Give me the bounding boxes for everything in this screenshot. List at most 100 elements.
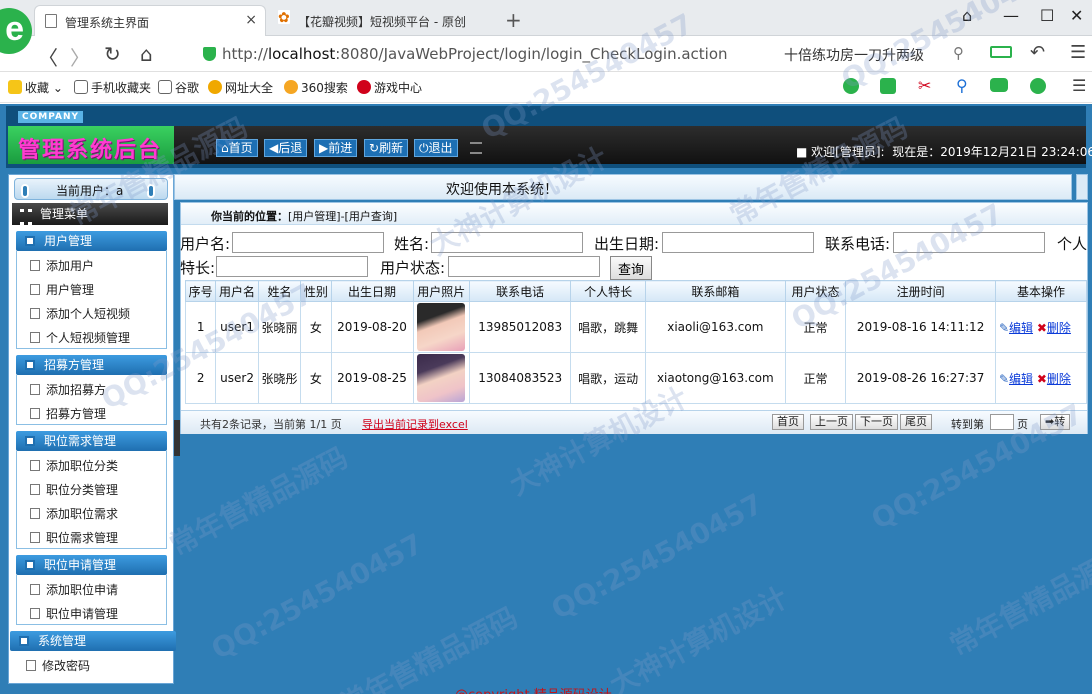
breadcrumb: 你当前的位置：[用户管理]-[用户查询] (181, 203, 1087, 225)
group-job-application[interactable]: 职位申请管理 (16, 555, 167, 575)
phone-input[interactable] (893, 232, 1045, 253)
cell-regtime: 2019-08-16 14:11:12 (845, 301, 996, 353)
bookmark-sites[interactable]: 网址大全 (208, 79, 273, 96)
tab-management-main[interactable]: 管理系统主界面 × (34, 5, 266, 36)
group-user-management[interactable]: 用户管理 (16, 231, 167, 251)
shirt-icon[interactable]: ⌂ (962, 6, 972, 25)
username-label: 用户名: (180, 235, 231, 253)
back-icon[interactable]: 〈 (38, 42, 58, 71)
cell-username: user2 (215, 352, 259, 404)
cell-name: 张晓彤 (257, 352, 302, 404)
menu-recruiter-management[interactable]: 招募方管理 (30, 405, 106, 422)
battery-icon[interactable] (990, 46, 1012, 58)
menu-job-category-management[interactable]: 职位分类管理 (30, 481, 118, 498)
menu-add-job-category[interactable]: 添加职位分类 (30, 457, 118, 474)
status-input[interactable] (448, 256, 600, 277)
user-photo[interactable] (417, 303, 466, 351)
gamepad-icon[interactable] (990, 78, 1008, 92)
col-username: 用户名 (215, 280, 259, 302)
last-page-button[interactable]: 尾页 (900, 414, 932, 430)
nav-refresh-button[interactable]: ↻刷新 (364, 139, 409, 157)
nav-back-button[interactable]: ◀后退 (264, 139, 308, 157)
tab-label: 管理系统主界面 (65, 16, 150, 30)
birthday-input[interactable] (662, 232, 814, 253)
table-row: 1 user1 张晓丽 女 2019-08-20 13985012083 唱歌，… (184, 301, 1088, 353)
reload-icon[interactable]: ↻ (104, 42, 121, 66)
query-button[interactable]: 查询 (610, 256, 652, 280)
user-photo[interactable] (417, 354, 466, 402)
first-page-button[interactable]: 首页 (772, 414, 804, 430)
minimize-button[interactable]: — (1003, 6, 1019, 25)
prev-page-button[interactable]: 上一页 (810, 414, 853, 430)
nav-home-button[interactable]: ⌂首页 (216, 139, 258, 157)
chat-icon[interactable] (843, 78, 859, 94)
edit-link[interactable]: 编辑 (1009, 321, 1033, 335)
new-tab-button[interactable]: + (505, 8, 522, 32)
menu-add-application[interactable]: 添加职位申请 (30, 581, 118, 598)
group-system-management[interactable]: 系统管理 (10, 631, 176, 651)
col-gender: 性别 (300, 280, 332, 302)
name-label: 姓名: (394, 235, 430, 253)
pin-icon (21, 184, 29, 198)
next-page-button[interactable]: 下一页 (855, 414, 898, 430)
maximize-button[interactable]: ☐ (1040, 6, 1054, 25)
menu-add-user[interactable]: 添加用户 (30, 257, 94, 274)
cell-specialty: 唱歌，运动 (570, 352, 647, 404)
star-icon (8, 80, 22, 94)
delete-link[interactable]: 删除 (1047, 321, 1071, 335)
bookmark-mobile[interactable]: 手机收藏夹 (74, 79, 151, 96)
specialty-label-line1: 个人 (1057, 235, 1088, 253)
bookmark-360[interactable]: 360搜索 (284, 79, 348, 96)
menu-job-demand-management[interactable]: 职位需求管理 (30, 529, 118, 546)
nav-forward-button[interactable]: ▶前进 (314, 139, 358, 157)
translate-icon[interactable] (880, 78, 896, 94)
search-icon[interactable]: ⚲ (953, 44, 964, 62)
goto-page-input[interactable] (990, 414, 1014, 430)
tab-video-platform[interactable]: ✿ 【花瓣视频】短视频平台 - 原创 (268, 5, 498, 36)
search-icon (284, 80, 298, 94)
menu-video-management[interactable]: 个人短视频管理 (30, 329, 130, 346)
specialty-input[interactable] (216, 256, 368, 277)
bookmark-favorites[interactable]: 收藏 ⌄ (8, 79, 63, 96)
bookmark-games[interactable]: 游戏中心 (357, 79, 422, 96)
bookmark-google[interactable]: 谷歌 (158, 79, 199, 96)
menu-add-recruiter[interactable]: 添加招募方 (30, 381, 106, 398)
game-icon (357, 80, 371, 94)
more-icon[interactable]: ☰ (1072, 76, 1086, 95)
menu-user-management[interactable]: 用户管理 (30, 281, 94, 298)
scissors-icon[interactable]: ✂ (918, 76, 931, 95)
goto-button[interactable]: ➡转 (1040, 414, 1071, 430)
url-field[interactable]: http://localhost:8080/JavaWebProject/log… (222, 45, 728, 63)
menu-application-management[interactable]: 职位申请管理 (30, 605, 118, 622)
menu-icon[interactable]: ☰ (1070, 42, 1086, 63)
edit-link[interactable]: 编辑 (1009, 372, 1033, 386)
edit-icon: ✎ (998, 371, 1009, 386)
extension-icon[interactable] (1030, 78, 1046, 94)
group-job-demand[interactable]: 职位需求管理 (16, 431, 167, 451)
menu-change-password[interactable]: 修改密码 (26, 657, 90, 674)
group-recruiter-management[interactable]: 招募方管理 (16, 355, 167, 375)
undo-icon[interactable]: ↶ (1030, 42, 1045, 63)
globe-icon (208, 80, 222, 94)
name-input[interactable] (431, 232, 583, 253)
col-actions: 基本操作 (994, 280, 1088, 302)
search-suggestion[interactable]: 十倍练功房一刀升两级 (784, 45, 924, 65)
home-icon[interactable]: ⌂ (140, 42, 153, 66)
username-input[interactable] (232, 232, 384, 253)
cell-no: 2 (184, 352, 217, 404)
cell-email: xiaotong@163.com (645, 352, 786, 404)
forward-icon[interactable]: 〉 (70, 42, 90, 71)
user-table: 序号 用户名 姓名 性别 出生日期 用户照片 联系电话 个人特长 联系邮箱 用户… (184, 280, 1088, 404)
export-excel-link[interactable]: 导出当前记录到excel (362, 416, 468, 432)
page-icon (158, 80, 172, 94)
menu-add-job-demand[interactable]: 添加职位需求 (30, 505, 118, 522)
menu-add-video[interactable]: 添加个人短视频 (30, 305, 130, 322)
copyright: @copyright 精品源码设计 (455, 684, 612, 694)
zoom-icon[interactable]: ⚲ (956, 76, 968, 95)
close-tab-icon[interactable]: × (245, 12, 257, 28)
col-email: 联系邮箱 (645, 280, 786, 302)
delete-icon: ✖ (1036, 320, 1047, 335)
delete-link[interactable]: 删除 (1047, 372, 1071, 386)
close-window-button[interactable]: ✕ (1070, 6, 1083, 25)
nav-logout-button[interactable]: ⏻退出 (414, 139, 458, 157)
